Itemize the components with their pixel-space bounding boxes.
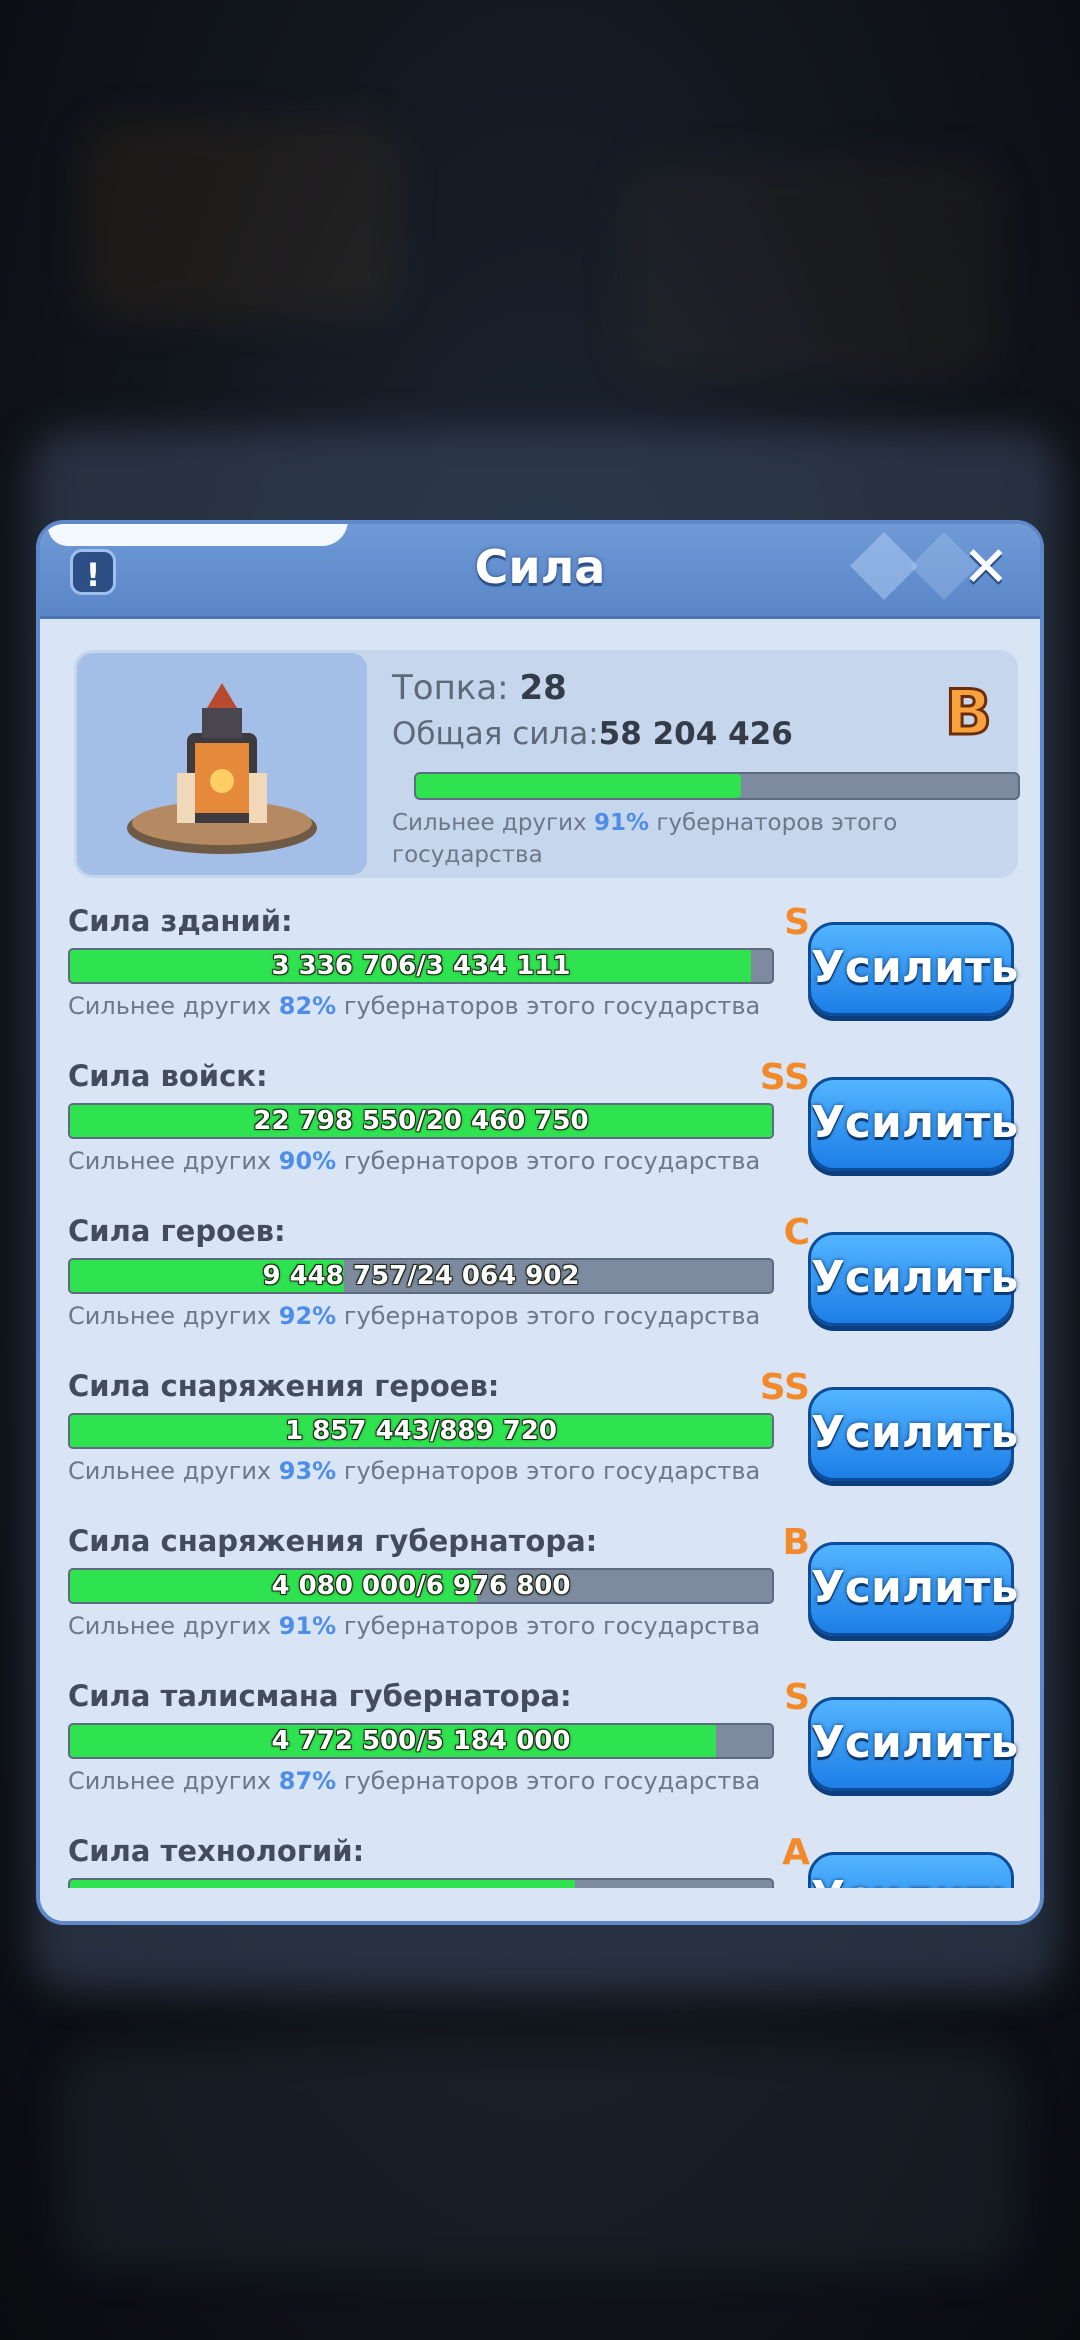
row-label: Сила войск: bbox=[68, 1059, 268, 1093]
boost-button[interactable]: Усилить bbox=[808, 1387, 1018, 1481]
furnace-image bbox=[77, 653, 367, 875]
row-grade-badge: B bbox=[782, 1522, 810, 1563]
row-grade-badge: A bbox=[782, 1832, 810, 1873]
row-rank-note: Сильнее других 87% губернаторов этого го… bbox=[68, 1767, 760, 1795]
note-suffix: губернаторов этого государства bbox=[336, 1457, 761, 1485]
power-row: Сила талисмана губернатора: S 4 772 500/… bbox=[40, 1677, 1040, 1834]
row-rank-note: Сильнее других 91% губернаторов этого го… bbox=[68, 1612, 760, 1640]
row-grade-badge: S bbox=[784, 904, 810, 943]
power-dialog: ! Сила ✕ Топка: 28 Общая сила:58 204 426 bbox=[36, 520, 1044, 1925]
background-blur bbox=[620, 160, 1000, 380]
background-blur bbox=[60, 2050, 1020, 2270]
furnace-label: Топка: bbox=[392, 668, 520, 708]
total-power-value: 58 204 426 bbox=[598, 716, 793, 752]
note-percent: 91% bbox=[593, 810, 650, 836]
row-progress-bar: 22 798 550/20 460 750 bbox=[68, 1103, 774, 1139]
close-icon[interactable]: ✕ bbox=[956, 538, 1016, 598]
row-label: Сила героев: bbox=[68, 1214, 286, 1248]
row-progress-bar: 9 448 757/24 064 902 bbox=[68, 1258, 774, 1294]
row-value: 22 798 550/20 460 750 bbox=[253, 1106, 589, 1136]
total-progress-bar bbox=[414, 772, 1020, 800]
power-row: Сила героев: C 9 448 757/24 064 902 Силь… bbox=[40, 1212, 1040, 1369]
row-label: Сила талисмана губернатора: bbox=[68, 1679, 572, 1713]
note-prefix: Сильнее других bbox=[68, 1767, 279, 1795]
row-progress-bar: 4 772 500/5 184 000 bbox=[68, 1723, 774, 1759]
row-rank-note: Сильнее других 82% губернаторов этого го… bbox=[68, 992, 760, 1020]
row-label: Сила зданий: bbox=[68, 904, 293, 938]
row-value: 3 336 706/3 434 111 bbox=[271, 951, 571, 981]
note-suffix: губернаторов этого государства bbox=[336, 1612, 761, 1640]
furnace-level: Топка: 28 bbox=[392, 668, 567, 708]
boost-button[interactable]: Усилить bbox=[808, 1542, 1018, 1636]
note-suffix: губернаторов этого государства bbox=[336, 1767, 761, 1795]
total-rank-note: Сильнее других 91% губернаторов этого го… bbox=[392, 807, 952, 871]
note-prefix: Сильнее других bbox=[68, 992, 279, 1020]
furnace-tower-icon bbox=[127, 683, 317, 854]
note-percent: 90% bbox=[278, 1147, 337, 1175]
row-rank-note: Сильнее других 92% губернаторов этого го… bbox=[68, 1302, 760, 1330]
row-label: Сила технологий: bbox=[68, 1834, 365, 1868]
power-row: Сила снаряжения губернатора: B 4 080 000… bbox=[40, 1522, 1040, 1679]
row-progress-bar: 1 857 443/889 720 bbox=[68, 1413, 774, 1449]
background-blur bbox=[80, 120, 400, 320]
row-grade-badge: C bbox=[783, 1212, 810, 1253]
note-prefix: Сильнее других bbox=[68, 1147, 279, 1175]
note-suffix: губернаторов этого государства bbox=[336, 1147, 761, 1175]
row-label: Сила снаряжения героев: bbox=[68, 1369, 500, 1403]
note-percent: 92% bbox=[278, 1302, 337, 1330]
note-percent: 87% bbox=[278, 1767, 337, 1795]
boost-button[interactable]: Усилить bbox=[808, 1852, 1018, 1888]
note-prefix: Сильнее других bbox=[68, 1302, 279, 1330]
row-grade-badge: SS bbox=[759, 1057, 810, 1098]
row-progress-bar: 4 080 000/6 976 800 bbox=[68, 1568, 774, 1604]
row-value: 4 080 000/6 976 800 bbox=[271, 1571, 571, 1601]
power-row: Сила войск: SS 22 798 550/20 460 750 Сил… bbox=[40, 1057, 1040, 1214]
power-category-list[interactable]: Сила зданий: S 3 336 706/3 434 111 Сильн… bbox=[40, 904, 1040, 1888]
total-power-label: Общая сила: bbox=[392, 716, 599, 752]
note-prefix: Сильнее других bbox=[68, 1457, 279, 1485]
row-value: 9 448 757/24 064 902 bbox=[262, 1261, 580, 1291]
note-suffix: губернаторов этого государства bbox=[336, 1302, 761, 1330]
row-grade-badge: SS bbox=[759, 1367, 810, 1408]
total-grade-badge: B bbox=[943, 675, 993, 751]
row-label: Сила снаряжения губернатора: bbox=[68, 1524, 598, 1558]
dialog-header: ! Сила ✕ bbox=[40, 524, 1040, 619]
row-grade-badge: S bbox=[784, 1677, 810, 1718]
total-power: Общая сила:58 204 426 bbox=[392, 716, 793, 752]
note-percent: 82% bbox=[278, 992, 337, 1020]
boost-button[interactable]: Усилить bbox=[808, 922, 1018, 1016]
power-row: Сила снаряжения героев: SS 1 857 443/889… bbox=[40, 1367, 1040, 1524]
progress-fill bbox=[416, 774, 742, 798]
note-prefix: Сильнее других bbox=[392, 810, 594, 836]
summary-card: Топка: 28 Общая сила:58 204 426 B Сильне… bbox=[74, 650, 1020, 878]
row-progress-bar bbox=[68, 1878, 774, 1888]
note-suffix: губернаторов этого государства bbox=[336, 992, 761, 1020]
row-rank-note: Сильнее других 90% губернаторов этого го… bbox=[68, 1147, 760, 1175]
power-row: Сила технологий: A Усилить bbox=[40, 1832, 1040, 1888]
progress-fill bbox=[70, 1880, 576, 1888]
note-prefix: Сильнее других bbox=[68, 1612, 279, 1640]
row-rank-note: Сильнее других 93% губернаторов этого го… bbox=[68, 1457, 760, 1485]
boost-button[interactable]: Усилить bbox=[808, 1697, 1018, 1791]
power-row: Сила зданий: S 3 336 706/3 434 111 Сильн… bbox=[40, 904, 1040, 1059]
boost-button[interactable]: Усилить bbox=[808, 1232, 1018, 1326]
row-value: 4 772 500/5 184 000 bbox=[271, 1726, 571, 1756]
row-value: 1 857 443/889 720 bbox=[285, 1416, 557, 1446]
note-percent: 93% bbox=[278, 1457, 337, 1485]
note-percent: 91% bbox=[278, 1612, 337, 1640]
row-progress-bar: 3 336 706/3 434 111 bbox=[68, 948, 774, 984]
boost-button[interactable]: Усилить bbox=[808, 1077, 1018, 1171]
furnace-level-value: 28 bbox=[519, 668, 567, 708]
